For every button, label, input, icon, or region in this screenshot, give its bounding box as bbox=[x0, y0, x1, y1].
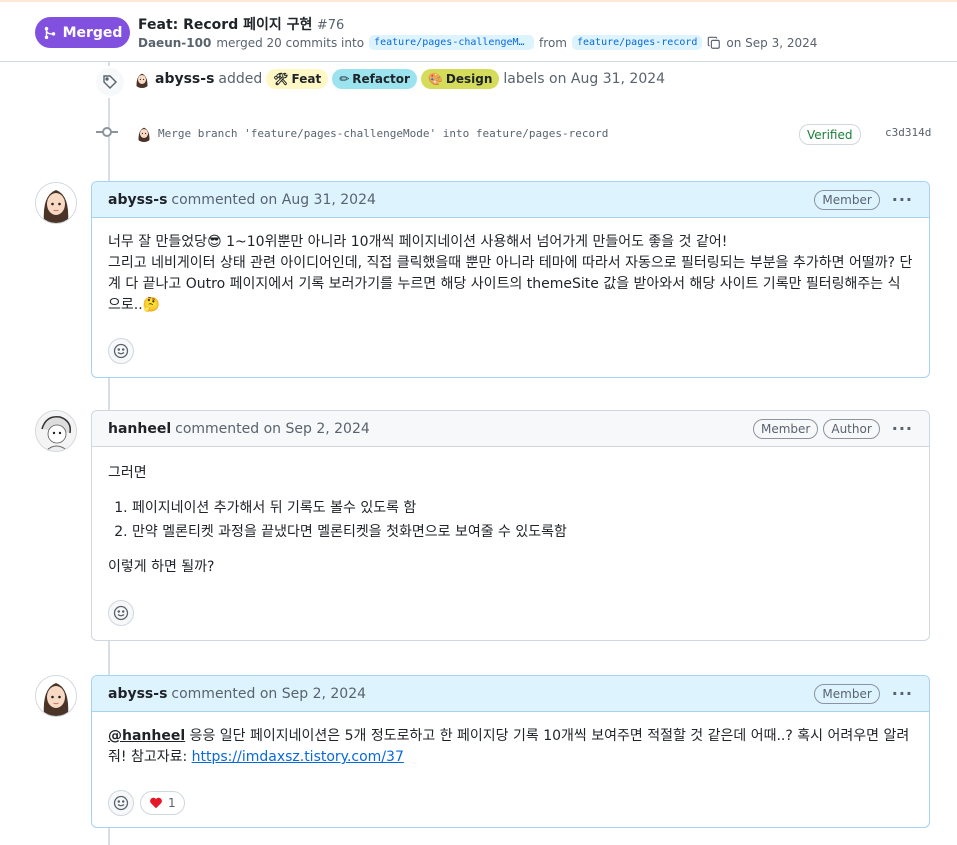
pr-number: #76 bbox=[316, 18, 345, 33]
tag-icon bbox=[103, 75, 117, 89]
verified-badge[interactable]: Verified bbox=[799, 124, 861, 145]
pr-meta: Daeun-100 merged 20 commits into feature… bbox=[138, 35, 817, 50]
merge-date: on Sep 3, 2024 bbox=[726, 35, 818, 50]
kebab-menu-icon[interactable]: ··· bbox=[892, 190, 913, 209]
kebab-menu-icon[interactable]: ··· bbox=[892, 419, 913, 438]
gear-icon: 🛠 bbox=[273, 72, 289, 86]
avatar-girl-icon bbox=[133, 70, 151, 88]
reaction-row bbox=[92, 338, 929, 376]
comment-body: @hanheel 응응 일단 페이지네이션은 5개 정도로하고 한 페이지당 기… bbox=[92, 712, 929, 790]
palette-icon: 🎨 bbox=[427, 72, 443, 86]
label-refactor[interactable]: ✏ Refactor bbox=[332, 69, 417, 89]
heart-icon bbox=[150, 797, 162, 809]
reaction-row: 1 bbox=[92, 790, 929, 828]
smiley-icon bbox=[113, 343, 129, 359]
label-event-suffix: labels on Aug 31, 2024 bbox=[503, 71, 666, 87]
author-badge: Author bbox=[823, 418, 880, 439]
smiley-icon bbox=[113, 605, 129, 621]
avatar[interactable] bbox=[135, 124, 153, 142]
comment-text: 너무 잘 만들었당 bbox=[108, 234, 208, 250]
merger-username[interactable]: Daeun-100 bbox=[138, 36, 211, 50]
commit-message[interactable]: Merge branch 'feature/pages-challengeMod… bbox=[158, 127, 608, 140]
avatar[interactable] bbox=[35, 182, 77, 224]
avatar[interactable] bbox=[35, 675, 77, 717]
commit-sha[interactable]: c3d314d bbox=[885, 126, 931, 139]
thinking-emoji-icon: 🤔 bbox=[142, 297, 161, 313]
heart-reaction-button[interactable]: 1 bbox=[140, 791, 185, 815]
comment-body: 너무 잘 만들었당😎 1~10위뿐만 아니라 10개씩 페이지네이션 사용해서 … bbox=[92, 218, 929, 338]
label-refactor-text: Refactor bbox=[352, 72, 410, 86]
comment-meta[interactable]: commented on Sep 2, 2024 bbox=[175, 421, 370, 437]
comment-author[interactable]: abyss-s bbox=[108, 686, 167, 702]
pencil-icon: ✏ bbox=[339, 72, 350, 86]
smiley-icon bbox=[113, 795, 129, 811]
member-badge: Member bbox=[814, 683, 880, 704]
avatar[interactable] bbox=[35, 410, 77, 452]
label-event-user[interactable]: abyss-s bbox=[155, 71, 214, 87]
commit-event: Merge branch 'feature/pages-challengeMod… bbox=[135, 124, 608, 142]
comment-meta[interactable]: commented on Sep 2, 2024 bbox=[171, 686, 366, 702]
tag-icon-circle bbox=[94, 66, 126, 98]
avatar-girl-icon bbox=[36, 676, 76, 716]
comment-author[interactable]: hanheel bbox=[108, 421, 171, 437]
merged-text: merged 20 commits into bbox=[216, 35, 365, 50]
avatar-girl-icon bbox=[135, 124, 153, 142]
avatar-sketch-icon bbox=[36, 411, 76, 451]
comment-body: 그러면 페이지네이션 추가해서 뒤 기록도 볼수 있도록 함 만약 멜론티켓 과… bbox=[92, 447, 929, 600]
comment-text: 그리고 네비게이터 상태 관련 아이디어인데, 직접 클릭했을때 뿐만 아니라 … bbox=[108, 255, 913, 313]
from-text: from bbox=[539, 35, 567, 50]
label-design[interactable]: 🎨 Design bbox=[420, 69, 500, 89]
pr-header: Merged Feat: Record 페이지 구현 #76 Daeun-100… bbox=[0, 2, 957, 62]
label-event: abyss-s added 🛠 Feat ✏ Refactor 🎨 Design la… bbox=[133, 69, 665, 89]
pr-title: Feat: Record 페이지 구현 #76 bbox=[138, 14, 344, 34]
comment-text: 이렇게 하면 될까? bbox=[108, 559, 215, 575]
avatar[interactable] bbox=[133, 70, 151, 88]
copy-icon[interactable] bbox=[707, 36, 721, 50]
commit-icon bbox=[102, 127, 112, 137]
label-feat-text: Feat bbox=[291, 72, 322, 86]
member-badge: Member bbox=[814, 189, 880, 210]
comment: abyss-s commented on Sep 2, 2024 Member … bbox=[91, 675, 930, 828]
merged-label: Merged bbox=[62, 24, 123, 41]
base-branch[interactable]: feature/pages-challengeMo… bbox=[369, 35, 535, 50]
pr-title-text: Feat: Record 페이지 구현 bbox=[138, 17, 313, 33]
add-reaction-button[interactable] bbox=[108, 790, 134, 816]
kebab-menu-icon[interactable]: ··· bbox=[892, 684, 913, 703]
comment-list: 페이지네이션 추가해서 뒤 기록도 볼수 있도록 함 만약 멜론티켓 과정을 끝… bbox=[108, 498, 913, 543]
comment: abyss-s commented on Aug 31, 2024 Member… bbox=[91, 181, 930, 378]
comment: hanheel commented on Sep 2, 2024 Member … bbox=[91, 410, 930, 641]
comment-header: abyss-s commented on Sep 2, 2024 Member … bbox=[92, 676, 929, 712]
comment-header: abyss-s commented on Aug 31, 2024 Member… bbox=[92, 182, 929, 218]
comment-text: 1~10위뿐만 아니라 10개씩 페이지네이션 사용해서 넘어가게 만들어도 좋… bbox=[221, 234, 728, 250]
label-feat[interactable]: 🛠 Feat bbox=[266, 69, 329, 89]
head-branch[interactable]: feature/pages-record bbox=[571, 35, 703, 50]
list-item: 페이지네이션 추가해서 뒤 기록도 볼수 있도록 함 bbox=[132, 498, 913, 519]
list-item: 만약 멜론티켓 과정을 끝냈다면 멜론티켓을 첫화면으로 보여줄 수 있도록함 bbox=[132, 522, 913, 543]
reference-link[interactable]: https://imdaxsz.tistory.com/37 bbox=[192, 749, 404, 765]
reaction-row bbox=[92, 600, 929, 638]
comment-meta[interactable]: commented on Aug 31, 2024 bbox=[171, 192, 375, 208]
comment-text: 그러면 bbox=[108, 465, 147, 481]
merged-state-badge: Merged bbox=[35, 17, 130, 48]
avatar-girl-icon bbox=[36, 183, 76, 223]
reaction-count: 1 bbox=[168, 796, 176, 810]
sunglasses-emoji-icon: 😎 bbox=[207, 234, 222, 250]
comment-author[interactable]: abyss-s bbox=[108, 192, 167, 208]
add-reaction-button[interactable] bbox=[108, 600, 134, 626]
label-design-text: Design bbox=[445, 72, 493, 86]
user-mention-link[interactable]: @hanheel bbox=[108, 728, 185, 744]
label-event-action: added bbox=[218, 71, 263, 87]
member-badge: Member bbox=[753, 418, 819, 439]
add-reaction-button[interactable] bbox=[108, 338, 134, 364]
comment-header: hanheel commented on Sep 2, 2024 Member … bbox=[92, 411, 929, 447]
merge-icon bbox=[44, 26, 55, 39]
